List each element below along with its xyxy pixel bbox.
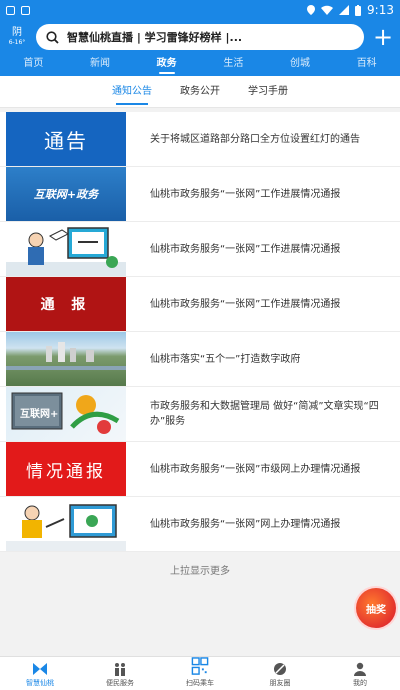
top-bar: 阴 6-16° 智慧仙桃直播 | 学习雷锋好榜样 |... +	[0, 20, 400, 54]
user-icon	[354, 662, 366, 676]
tab-civilized-city[interactable]: 创城	[267, 54, 334, 76]
list-item[interactable]: 仙桃市政务服务“一张网”网上办理情况通报	[0, 497, 400, 552]
wifi-icon	[321, 5, 334, 15]
article-title: 仙桃市落实“五个一”打造数字政府	[150, 353, 301, 365]
tab-home[interactable]: 首页	[0, 54, 67, 76]
subtab-public-affairs[interactable]: 政务公开	[180, 76, 220, 108]
article-thumbnail	[6, 332, 126, 386]
bottom-nav-label: 智慧仙桃	[26, 679, 54, 687]
search-icon	[46, 30, 59, 44]
bottom-nav-home[interactable]: 智慧仙桃	[0, 657, 80, 690]
thumb-caption: 互联网+	[20, 409, 59, 420]
weather-temp: 6-16°	[8, 39, 26, 46]
thumb-caption: 互联网+政务	[33, 188, 99, 201]
tab-life[interactable]: 生活	[200, 54, 267, 76]
friends-icon	[274, 663, 286, 675]
article-thumbnail	[6, 222, 126, 276]
tab-government[interactable]: 政务	[133, 54, 200, 76]
article-title: 仙桃市政务服务“一张网”市级网上办理情况通报	[150, 463, 361, 475]
article-title: 关于将城区道路部分路口全方位设置红灯的通告	[150, 133, 360, 145]
weather-condition: 阴	[12, 27, 22, 38]
clock: 9:13	[367, 3, 394, 17]
bottom-nav-me[interactable]: 我的	[320, 657, 400, 690]
tab-encyclopedia[interactable]: 百科	[333, 54, 400, 76]
bottom-nav-label: 扫码乘车	[186, 679, 214, 687]
article-title: 市政务服务和大数据管理局 做好“简减”文章实现“四办”服务	[150, 401, 379, 427]
list-item[interactable]: 互联网+政务 仙桃市政务服务“一张网”工作进展情况通报	[0, 167, 400, 222]
thumb-caption: 通告	[44, 128, 88, 153]
article-thumbnail: 通告	[6, 112, 126, 166]
plus-icon[interactable]: +	[372, 25, 394, 49]
list-item[interactable]: 仙桃市落实“五个一”打造数字政府	[0, 332, 400, 387]
battery-icon	[355, 4, 362, 16]
tab-news[interactable]: 新闻	[67, 54, 134, 76]
load-more-hint: 上拉显示更多	[0, 552, 400, 587]
service-icon	[115, 663, 125, 676]
city-photo	[6, 342, 126, 370]
bottom-nav-friends[interactable]: 朋友圈	[240, 657, 320, 690]
search-bar[interactable]: 智慧仙桃直播 | 学习雷锋好榜样 |...	[36, 24, 364, 50]
article-title: 仙桃市政务服务“一张网”工作进展情况通报	[150, 188, 341, 200]
notification-icon	[6, 5, 15, 15]
thumb-caption: 情况通报	[26, 461, 106, 482]
lottery-float-button[interactable]: 抽奖	[356, 588, 396, 628]
home-icon	[33, 663, 47, 675]
article-title: 仙桃市政务服务“一张网”工作进展情况通报	[150, 243, 341, 255]
bottom-nav-label: 朋友圈	[269, 679, 291, 687]
subtab-study-manual[interactable]: 学习手册	[248, 76, 288, 108]
article-thumbnail: 情况通报	[6, 442, 126, 496]
list-item[interactable]: 互联网+ 市政务服务和大数据管理局 做好“简减”文章实现“四办”服务	[0, 387, 400, 442]
list-item[interactable]: 通告 关于将城区道路部分路口全方位设置红灯的通告	[0, 112, 400, 167]
bottom-nav-scan-ride[interactable]: 扫码乘车	[160, 657, 240, 690]
search-placeholder: 智慧仙桃直播 | 学习雷锋好榜样 |...	[67, 31, 243, 44]
list-item[interactable]: 通 报 仙桃市政务服务“一张网”工作进展情况通报	[0, 277, 400, 332]
bottom-nav-label: 便民服务	[106, 679, 134, 687]
article-thumbnail: 互联网+政务	[6, 167, 126, 221]
list-item[interactable]: 情况通报 仙桃市政务服务“一张网”市级网上办理情况通报	[0, 442, 400, 497]
bottom-nav-label: 我的	[353, 679, 367, 687]
weather-widget[interactable]: 阴 6-16°	[6, 28, 28, 46]
cartoon-illustration	[6, 227, 126, 276]
thumb-caption: 通 报	[40, 297, 92, 313]
sub-tabs: 通知公告 政务公开 学习手册	[0, 76, 400, 108]
article-title: 仙桃市政务服务“一张网”网上办理情况通报	[150, 518, 341, 530]
article-title: 仙桃市政务服务“一张网”工作进展情况通报	[150, 298, 341, 310]
article-list: 通告 关于将城区道路部分路口全方位设置红灯的通告 互联网+政务 仙桃市政务服务“…	[0, 112, 400, 552]
qr-icon	[191, 657, 209, 675]
signal-icon	[339, 5, 350, 15]
channel-tabs: 首页 新闻 政务 生活 创城 百科	[0, 54, 400, 76]
article-thumbnail: 互联网+	[6, 387, 126, 441]
cartoon-illustration	[6, 504, 126, 551]
subtab-notices[interactable]: 通知公告	[112, 76, 152, 108]
location-icon	[307, 5, 316, 15]
article-thumbnail: 通 报	[6, 277, 126, 331]
app-notification-icon	[21, 5, 30, 15]
list-item[interactable]: 仙桃市政务服务“一张网”工作进展情况通报	[0, 222, 400, 277]
article-thumbnail	[6, 497, 126, 551]
bottom-nav: 智慧仙桃 便民服务 扫码乘车 朋友圈 我的	[0, 656, 400, 690]
bottom-nav-services[interactable]: 便民服务	[80, 657, 160, 690]
status-bar: 9:13	[0, 0, 400, 20]
